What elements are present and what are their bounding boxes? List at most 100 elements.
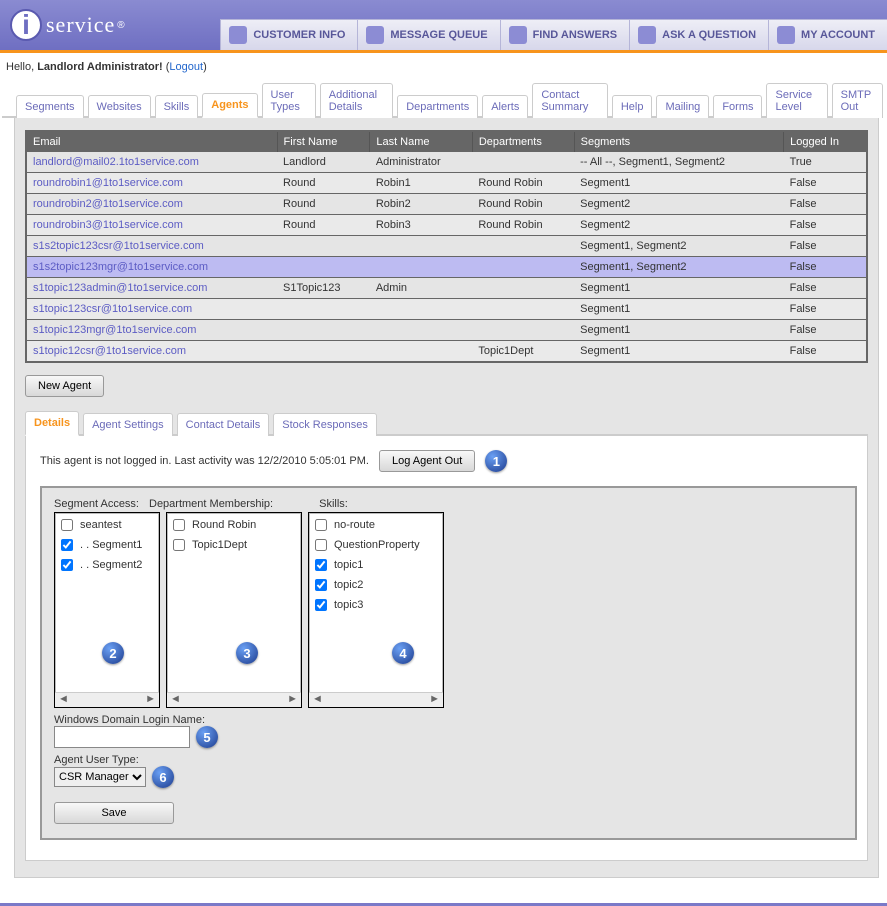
list-item[interactable]: no-route	[311, 515, 441, 535]
list-item[interactable]: topic3	[311, 595, 441, 615]
agents-panel: EmailFirst NameLast NameDepartmentsSegme…	[14, 118, 879, 878]
tab-agents[interactable]: Agents	[202, 93, 257, 118]
subtab-contact-details[interactable]: Contact Details	[177, 413, 270, 436]
tab-smtp-out[interactable]: SMTP Out	[832, 83, 883, 118]
tab-additional-details[interactable]: Additional Details	[320, 83, 394, 118]
agent-email-link[interactable]: s1topic12csr@1to1service.com	[33, 345, 186, 357]
cell-seg: Segment1	[574, 320, 783, 341]
scrollbar[interactable]: ◄►	[167, 692, 301, 707]
scrollbar[interactable]: ◄►	[55, 692, 159, 707]
windows-login-input[interactable]	[54, 726, 190, 748]
agent-email-link[interactable]: landlord@mail02.1to1service.com	[33, 156, 199, 168]
tab-departments[interactable]: Departments	[397, 95, 478, 118]
agent-email-link[interactable]: s1s2topic123csr@1to1service.com	[33, 240, 204, 252]
log-agent-out-button[interactable]: Log Agent Out	[379, 450, 475, 472]
detail-columns: Segment Access: Department Membership: S…	[54, 498, 843, 512]
list-item[interactable]: topic1	[311, 555, 441, 575]
tab-service-level[interactable]: Service Level	[766, 83, 827, 118]
list-item[interactable]: Round Robin	[169, 515, 299, 535]
table-row[interactable]: roundrobin1@1to1service.comRoundRobin1Ro…	[26, 173, 867, 194]
list-label: Round Robin	[192, 519, 256, 531]
tab-segments[interactable]: Segments	[16, 95, 84, 118]
department-listbox[interactable]: Round Robin Topic1Dept ◄►	[166, 512, 302, 708]
col-email[interactable]: Email	[26, 131, 277, 152]
list-checkbox[interactable]	[315, 539, 327, 551]
table-row[interactable]: roundrobin3@1to1service.comRoundRobin3Ro…	[26, 215, 867, 236]
tab-mailing[interactable]: Mailing	[656, 95, 709, 118]
logout-link[interactable]: Logout	[169, 61, 203, 73]
table-row[interactable]: s1topic123admin@1to1service.comS1Topic12…	[26, 278, 867, 299]
nav-icon	[777, 26, 795, 44]
agent-email-link[interactable]: s1topic123mgr@1to1service.com	[33, 324, 196, 336]
table-row[interactable]: s1s2topic123csr@1to1service.comSegment1,…	[26, 236, 867, 257]
col-segments[interactable]: Segments	[574, 131, 783, 152]
subtab-stock-responses[interactable]: Stock Responses	[273, 413, 377, 436]
list-item[interactable]: . . Segment2	[57, 555, 157, 575]
list-item[interactable]: . . Segment1	[57, 535, 157, 555]
subtab-details[interactable]: Details	[25, 411, 79, 436]
user-type-select[interactable]: CSR Manager	[54, 767, 146, 787]
tab-help[interactable]: Help	[612, 95, 653, 118]
cell-dept: Round Robin	[472, 215, 574, 236]
nav-icon	[638, 26, 656, 44]
nav-customer-info[interactable]: CUSTOMER INFO	[220, 19, 357, 50]
tab-user-types[interactable]: User Types	[262, 83, 316, 118]
list-label: . . Segment2	[80, 559, 142, 571]
list-checkbox[interactable]	[173, 539, 185, 551]
segment-access-listbox[interactable]: seantest. . Segment1 . . Segment2 ◄►	[54, 512, 160, 708]
new-agent-button[interactable]: New Agent	[25, 375, 104, 397]
subtab-agent-settings[interactable]: Agent Settings	[83, 413, 173, 436]
agent-email-link[interactable]: roundrobin1@1to1service.com	[33, 177, 183, 189]
table-row[interactable]: s1topic123mgr@1to1service.comSegment1Fal…	[26, 320, 867, 341]
list-checkbox[interactable]	[173, 519, 185, 531]
scrollbar[interactable]: ◄►	[309, 692, 443, 707]
list-item[interactable]: seantest	[57, 515, 157, 535]
agent-email-link[interactable]: roundrobin3@1to1service.com	[33, 219, 183, 231]
nav-find-answers[interactable]: FIND ANSWERS	[500, 19, 630, 50]
col-last-name[interactable]: Last Name	[370, 131, 473, 152]
list-checkbox[interactable]	[315, 519, 327, 531]
agent-email-link[interactable]: s1s2topic123mgr@1to1service.com	[33, 261, 208, 273]
cell-seg: -- All --, Segment1, Segment2	[574, 152, 783, 173]
list-label: topic2	[334, 579, 363, 591]
col-first-name[interactable]: First Name	[277, 131, 370, 152]
save-button[interactable]: Save	[54, 802, 174, 824]
nav-message-queue[interactable]: MESSAGE QUEUE	[357, 19, 499, 50]
list-checkbox[interactable]	[315, 599, 327, 611]
table-row[interactable]: roundrobin2@1to1service.comRoundRobin2Ro…	[26, 194, 867, 215]
cell-logged: False	[784, 341, 867, 363]
table-row[interactable]: landlord@mail02.1to1service.comLandlordA…	[26, 152, 867, 173]
nav-label: CUSTOMER INFO	[253, 29, 345, 41]
list-item[interactable]: topic2	[311, 575, 441, 595]
tab-websites[interactable]: Websites	[88, 95, 151, 118]
cell-logged: True	[784, 152, 867, 173]
skills-listbox[interactable]: no-routeQuestionPropertytopic1 topic2 topi…	[308, 512, 444, 708]
tab-skills[interactable]: Skills	[155, 95, 199, 118]
list-item[interactable]: Topic1Dept	[169, 535, 299, 555]
cell-dept	[472, 299, 574, 320]
col-departments[interactable]: Departments	[472, 131, 574, 152]
agent-email-link[interactable]: s1topic123admin@1to1service.com	[33, 282, 207, 294]
table-row[interactable]: s1topic123csr@1to1service.comSegment1Fal…	[26, 299, 867, 320]
tab-contact-summary[interactable]: Contact Summary	[532, 83, 607, 118]
list-checkbox[interactable]	[61, 519, 73, 531]
nav-my-account[interactable]: MY ACCOUNT	[768, 19, 887, 50]
list-checkbox[interactable]	[315, 579, 327, 591]
callout-3: 3	[236, 642, 258, 664]
agent-email-link[interactable]: s1topic123csr@1to1service.com	[33, 303, 192, 315]
list-checkbox[interactable]	[61, 559, 73, 571]
table-row[interactable]: s1s2topic123mgr@1to1service.comSegment1,…	[26, 257, 867, 278]
cell-seg: Segment2	[574, 194, 783, 215]
table-row[interactable]: s1topic12csr@1to1service.comTopic1DeptSe…	[26, 341, 867, 363]
tab-forms[interactable]: Forms	[713, 95, 762, 118]
nav-ask-a-question[interactable]: ASK A QUESTION	[629, 19, 768, 50]
list-checkbox[interactable]	[315, 559, 327, 571]
col-logged-in[interactable]: Logged In	[784, 131, 867, 152]
list-checkbox[interactable]	[61, 539, 73, 551]
tab-alerts[interactable]: Alerts	[482, 95, 528, 118]
greeting-hello: Hello,	[6, 61, 37, 73]
cell-seg: Segment1	[574, 341, 783, 363]
list-item[interactable]: QuestionProperty	[311, 535, 441, 555]
cell-last	[370, 257, 473, 278]
agent-email-link[interactable]: roundrobin2@1to1service.com	[33, 198, 183, 210]
